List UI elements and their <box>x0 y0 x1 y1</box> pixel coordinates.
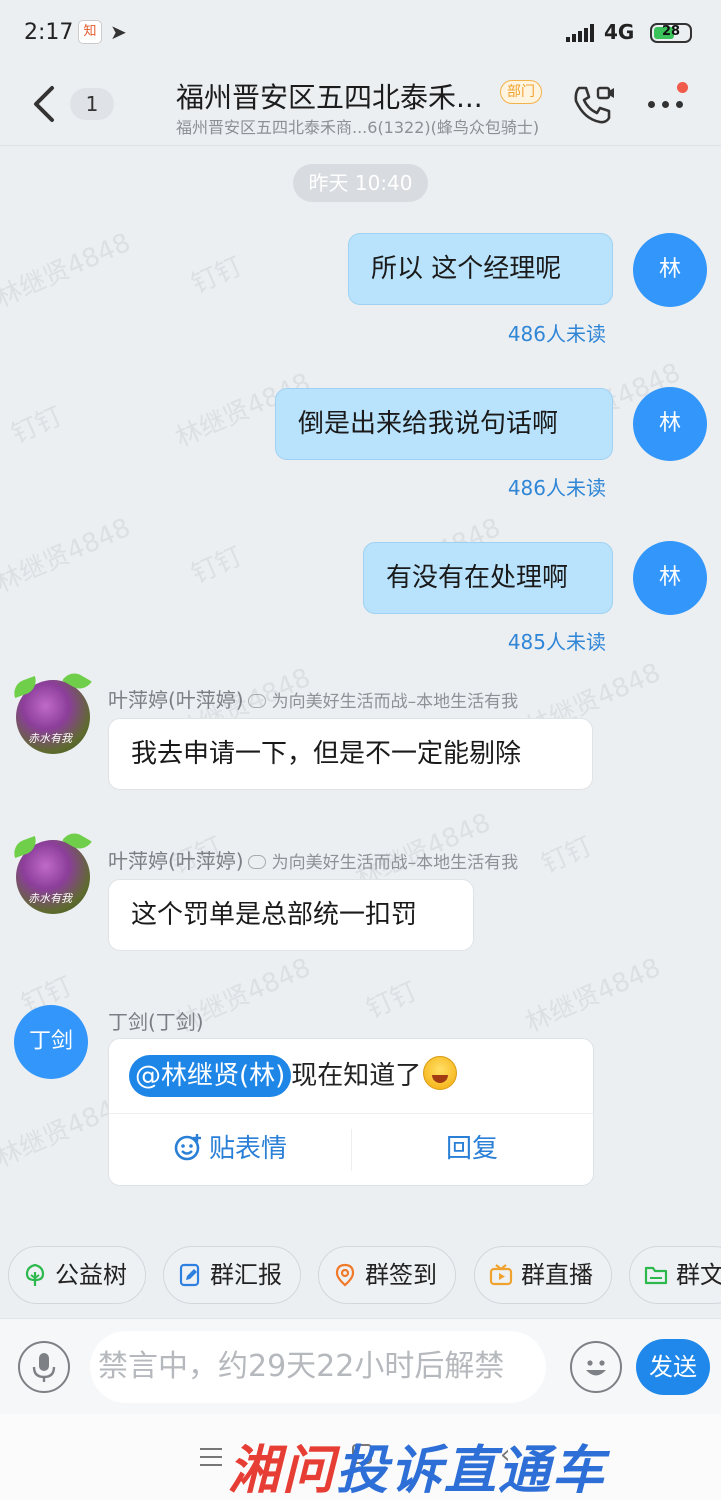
watermark: 林继贤4848 <box>0 512 136 599</box>
report-icon <box>179 1263 200 1287</box>
chip-label: 群文 <box>676 1261 721 1289</box>
location-pin-icon <box>335 1263 355 1287</box>
sender-avatar[interactable]: 赤水有我 <box>10 668 96 758</box>
tv-icon <box>489 1264 513 1286</box>
incoming-message[interactable]: 我去申请一下，但是不一定能剔除 <box>108 718 593 790</box>
watermark: 钉钉 <box>7 401 67 451</box>
sender-name-text: 叶萍婷(叶萍婷) <box>108 688 244 712</box>
unread-conversations-badge[interactable]: 1 <box>70 88 114 120</box>
signature-icon <box>247 694 266 708</box>
avatar-caption: 赤水有我 <box>28 892 72 905</box>
zhihu-notification-icon: 知 <box>78 20 102 44</box>
watermark: 林继贤4848 <box>0 227 136 314</box>
message-input[interactable]: 禁言中，约29天22小时后解禁 <box>90 1331 546 1403</box>
sender-avatar[interactable]: 丁剑 <box>14 1005 88 1079</box>
avatar-caption: 赤水有我 <box>28 732 72 745</box>
my-avatar[interactable]: 林 <box>633 387 707 461</box>
logo-part-2: 投诉直通车 <box>336 1441 607 1500</box>
outgoing-message[interactable]: 有没有在处理啊 <box>363 542 613 614</box>
message-text: 现在知道了 <box>291 1061 422 1091</box>
unread-count[interactable]: 485人未读 <box>470 626 606 655</box>
quick-actions-bar: 公益树 群汇报 群签到 群直播 群文 <box>0 1238 721 1310</box>
emoji-button[interactable] <box>570 1341 622 1393</box>
sender-name-text: 叶萍婷(叶萍婷) <box>108 849 244 873</box>
battery-level: 28 <box>661 24 681 39</box>
voice-input-button[interactable] <box>18 1341 70 1393</box>
watermark: 钉钉 <box>187 251 247 301</box>
department-tag: 部门 <box>500 80 542 104</box>
menu-icon[interactable] <box>200 1448 222 1466</box>
mention-message-card[interactable]: @林继贤(林) 现在知道了 贴表情 回复 <box>108 1038 594 1186</box>
folder-icon <box>644 1266 668 1285</box>
battery-icon: 28 <box>650 23 692 43</box>
watermark: 钉钉 <box>537 831 597 881</box>
video-call-icon[interactable] <box>570 82 616 128</box>
group-subtitle[interactable]: 福州晋安区五四北泰禾商...6(1322)(蜂鸟众包骑士) <box>176 114 539 138</box>
unread-count[interactable]: 486人未读 <box>470 318 606 347</box>
sender-signature: 为向美好生活而战–本地生活有我 <box>271 853 519 873</box>
logo-part-1: 湘问 <box>228 1441 337 1500</box>
chip-group-report[interactable]: 群汇报 <box>163 1246 301 1304</box>
sender-avatar[interactable]: 赤水有我 <box>10 828 96 918</box>
status-bar: 2:17 知 ➤ 4G 28 <box>0 0 721 66</box>
send-button[interactable]: 发送 <box>636 1339 710 1395</box>
sender-name[interactable]: 叶萍婷(叶萍婷) 为向美好生活而战–本地生活有我 <box>108 684 518 713</box>
chip-label: 群直播 <box>521 1261 593 1289</box>
group-title[interactable]: 福州晋安区五四北泰禾... <box>176 76 483 116</box>
laughing-emoji-icon <box>423 1056 458 1090</box>
network-type: 4G <box>604 20 635 44</box>
footer-watermark-logo: 湘问投诉直通车 <box>228 1428 606 1500</box>
my-avatar[interactable]: 林 <box>633 541 707 615</box>
chip-label: 群汇报 <box>210 1261 282 1289</box>
tree-icon <box>25 1263 45 1286</box>
add-reaction-label: 贴表情 <box>208 1134 287 1164</box>
mention-tag[interactable]: @林继贤(林) <box>129 1055 292 1097</box>
add-reaction-button[interactable]: 贴表情 <box>109 1113 351 1185</box>
chat-header: 1 福州晋安区五四北泰禾... 部门 福州晋安区五四北泰禾商...6(1322)… <box>0 66 721 146</box>
back-arrow-icon[interactable] <box>30 84 60 124</box>
signal-icon <box>566 24 596 42</box>
send-notification-icon: ➤ <box>110 20 127 44</box>
chip-charity-tree[interactable]: 公益树 <box>8 1246 146 1304</box>
message-timestamp: 昨天 10:40 <box>293 164 428 202</box>
unread-count[interactable]: 486人未读 <box>470 472 606 501</box>
sender-name[interactable]: 丁剑(丁剑) <box>108 1006 204 1035</box>
outgoing-message[interactable]: 倒是出来给我说句话啊 <box>275 388 613 460</box>
chip-label: 公益树 <box>55 1261 127 1289</box>
chip-group-live[interactable]: 群直播 <box>474 1246 612 1304</box>
add-emoji-icon <box>174 1134 201 1161</box>
chip-group-checkin[interactable]: 群签到 <box>318 1246 456 1304</box>
signature-icon <box>247 855 266 869</box>
watermark: 林继贤4848 <box>521 952 666 1039</box>
microphone-icon <box>32 1353 56 1382</box>
sender-name[interactable]: 叶萍婷(叶萍婷) 为向美好生活而战–本地生活有我 <box>108 845 518 874</box>
my-avatar[interactable]: 林 <box>633 233 707 307</box>
status-time: 2:17 <box>24 20 74 45</box>
chip-group-files[interactable]: 群文 <box>629 1246 721 1304</box>
reply-button[interactable]: 回复 <box>351 1113 593 1185</box>
incoming-message[interactable]: 这个罚单是总部统一扣罚 <box>108 879 474 951</box>
chip-label: 群签到 <box>365 1261 437 1289</box>
notification-dot <box>677 82 688 93</box>
input-bar: 禁言中，约29天22小时后解禁 发送 <box>0 1318 721 1414</box>
smile-icon <box>586 1360 606 1376</box>
system-nav-bar: ‹ 湘问投诉直通车 <box>0 1414 721 1500</box>
watermark: 钉钉 <box>362 976 422 1026</box>
more-options-icon[interactable] <box>644 96 688 112</box>
watermark: 钉钉 <box>187 541 247 591</box>
outgoing-message[interactable]: 所以 这个经理呢 <box>348 233 613 305</box>
sender-signature: 为向美好生活而战–本地生活有我 <box>271 692 519 712</box>
